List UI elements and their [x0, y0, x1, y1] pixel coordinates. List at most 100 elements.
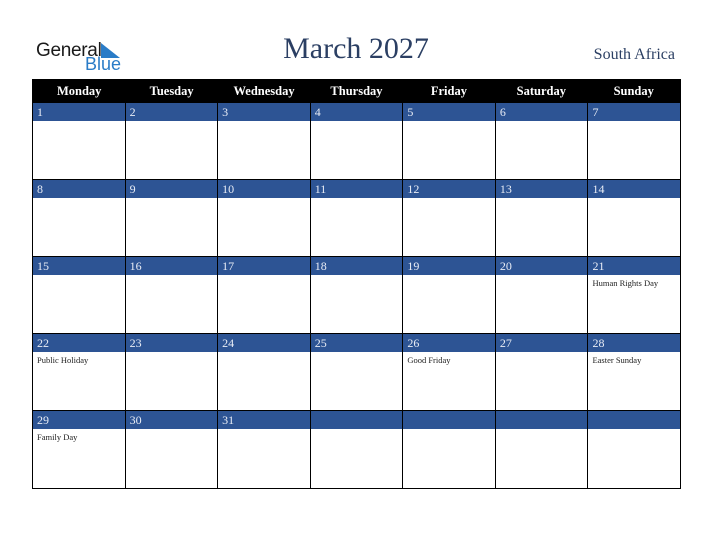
day-number: 12 [403, 180, 495, 198]
holiday-label: Easter Sunday [592, 355, 642, 365]
weekday-tuesday: Tuesday [149, 84, 194, 98]
day-number: 21 [588, 257, 681, 275]
day-cell[interactable]: 24 [218, 334, 311, 411]
day-cell[interactable]: 3 [218, 103, 311, 180]
holiday-label [496, 121, 588, 124]
day-cell[interactable] [495, 411, 589, 488]
day-number: 13 [495, 180, 588, 198]
day-cell[interactable]: 9 [125, 180, 219, 257]
day-cell[interactable]: 25 [310, 334, 404, 411]
day-cell[interactable] [588, 411, 681, 488]
day-cell[interactable]: 12 [403, 180, 496, 257]
day-number [403, 411, 495, 429]
day-cell[interactable]: 18 [310, 257, 404, 334]
holiday-label [496, 275, 588, 278]
weekday-header: Monday Tuesday Wednesday Thursday Friday Satu… [33, 80, 680, 103]
day-number [310, 411, 403, 429]
day-number: 17 [218, 257, 310, 275]
day-number: 1 [33, 103, 125, 121]
day-cell[interactable]: 7 [588, 103, 681, 180]
week-row: 22 Public Holiday 23 24 25 26 Good Friday 27 28 E… [33, 334, 681, 411]
holiday-label [496, 429, 588, 432]
holiday-label [218, 275, 310, 278]
weekday-sunday: Sunday [613, 84, 654, 98]
holiday-label [588, 198, 680, 201]
holiday-label [218, 121, 310, 124]
day-number: 27 [495, 334, 588, 352]
day-cell[interactable]: 14 [588, 180, 681, 257]
holiday-label: Family Day [37, 432, 78, 442]
day-number: 11 [310, 180, 403, 198]
holiday-label [126, 429, 218, 432]
week-row: 1234567 [33, 103, 681, 180]
day-cell[interactable]: 29 Family Day [33, 411, 126, 488]
day-cell[interactable]: 5 [403, 103, 496, 180]
holiday-label [126, 352, 218, 355]
day-cell[interactable] [310, 411, 404, 488]
holiday-label: Public Holiday [37, 355, 89, 365]
day-cell[interactable]: 1 [33, 103, 126, 180]
holiday-label [218, 198, 310, 201]
holiday-label [311, 352, 403, 355]
day-number: 3 [218, 103, 310, 121]
day-cell[interactable]: 11 [310, 180, 404, 257]
day-number: 6 [495, 103, 588, 121]
day-cell[interactable]: 27 [495, 334, 589, 411]
day-cell[interactable]: 20 [495, 257, 589, 334]
day-cell[interactable]: 23 [125, 334, 219, 411]
week-row: 15 16 17 18 19 20 21 Human Rights Day [33, 257, 681, 334]
holiday-label [311, 429, 403, 432]
day-cell[interactable]: 22 Public Holiday [33, 334, 126, 411]
holiday-label [403, 429, 495, 432]
holiday-label [218, 352, 310, 355]
holiday-label [33, 121, 125, 124]
day-cell[interactable]: 17 [218, 257, 311, 334]
day-cell[interactable]: 19 [403, 257, 496, 334]
day-number: 25 [310, 334, 403, 352]
day-number: 16 [125, 257, 218, 275]
day-number: 31 [218, 411, 310, 429]
holiday-label [311, 198, 403, 201]
day-cell[interactable]: 13 [495, 180, 589, 257]
day-number: 7 [588, 103, 681, 121]
holiday-label [496, 352, 588, 355]
weekday-wednesday: Wednesday [233, 84, 295, 98]
day-number: 20 [495, 257, 588, 275]
holiday-label [311, 275, 403, 278]
day-cell[interactable]: 6 [495, 103, 589, 180]
day-number: 18 [310, 257, 403, 275]
day-number: 23 [125, 334, 218, 352]
day-cell[interactable]: 8 [33, 180, 126, 257]
day-number: 24 [218, 334, 310, 352]
day-cell[interactable]: 26 Good Friday [403, 334, 496, 411]
day-cell[interactable] [403, 411, 496, 488]
holiday-label [126, 121, 218, 124]
day-cell[interactable]: 16 [125, 257, 219, 334]
day-cell[interactable]: 15 [33, 257, 126, 334]
weekday-monday: Monday [56, 84, 102, 98]
holiday-label [33, 275, 125, 278]
day-cell[interactable]: 2 [125, 103, 219, 180]
country-label: South Africa [593, 46, 675, 63]
day-number: 29 [33, 411, 125, 429]
day-number: 9 [125, 180, 218, 198]
holiday-label [126, 275, 218, 278]
day-cell[interactable]: 4 [310, 103, 404, 180]
day-cell[interactable]: 21 Human Rights Day [588, 257, 681, 334]
day-number: 26 [403, 334, 495, 352]
day-cell[interactable]: 31 [218, 411, 311, 488]
holiday-label: Good Friday [407, 355, 451, 365]
day-number: 10 [218, 180, 310, 198]
day-number: 14 [588, 180, 681, 198]
day-number: 15 [33, 257, 125, 275]
day-cell[interactable]: 28 Easter Sunday [588, 334, 681, 411]
day-number [588, 411, 681, 429]
day-number: 28 [588, 334, 681, 352]
day-cell[interactable]: 30 [125, 411, 219, 488]
holiday-label [588, 429, 680, 432]
calendar-grid: Monday Tuesday Wednesday Thursday Friday Satu… [32, 79, 681, 489]
day-number: 2 [125, 103, 218, 121]
holiday-label [218, 429, 310, 432]
day-cell[interactable]: 10 [218, 180, 311, 257]
day-number: 5 [403, 103, 495, 121]
